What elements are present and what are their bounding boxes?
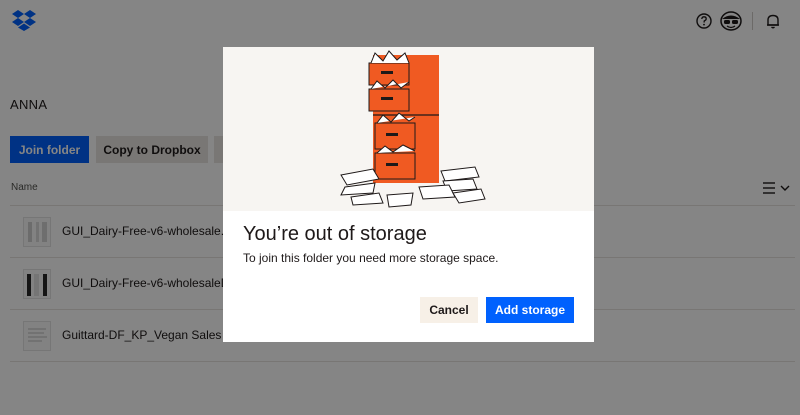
file-cabinet-illustration	[223, 47, 594, 211]
add-storage-button[interactable]: Add storage	[486, 297, 574, 323]
cancel-button[interactable]: Cancel	[420, 297, 478, 323]
dialog-title: You’re out of storage	[243, 223, 427, 245]
dialog-message: To join this folder you need more storag…	[243, 251, 499, 265]
out-of-storage-dialog: You’re out of storage To join this folde…	[223, 47, 594, 342]
